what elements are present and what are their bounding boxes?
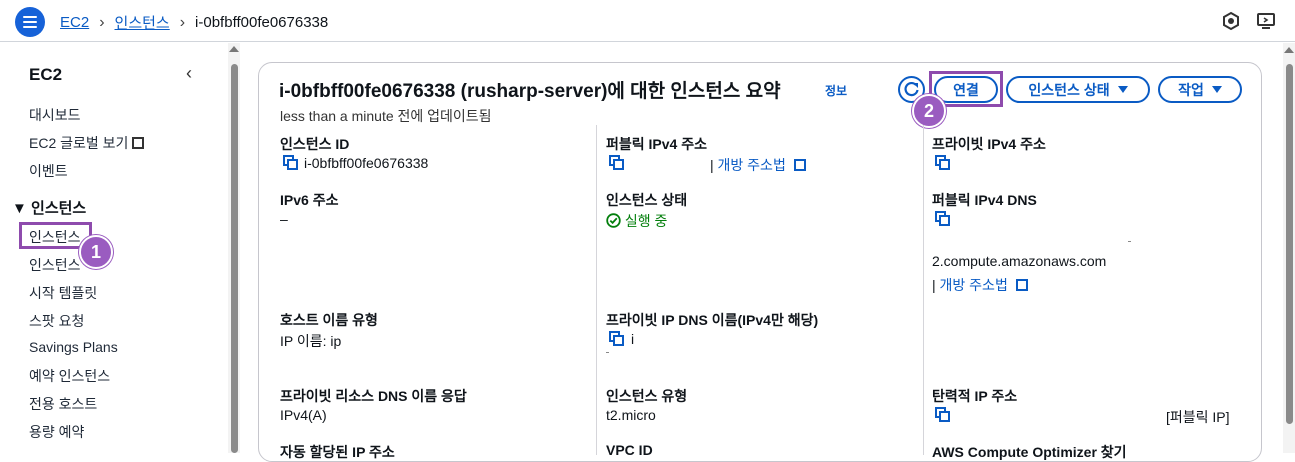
breadcrumb-current: i-0bfbff00fe0676338 — [195, 14, 329, 31]
external-link-icon — [132, 137, 145, 149]
sidebar-item-dedicated-hosts[interactable]: 전용 호스트 — [29, 394, 97, 414]
instance-state-label: 인스턴스 상태 — [1028, 81, 1110, 98]
copy-icon[interactable] — [609, 155, 624, 170]
actions-label: 작업 — [1178, 81, 1204, 98]
chevron-right-icon: › — [99, 13, 105, 31]
sidebar-item-capacity-reservations[interactable]: 용량 예약 — [29, 422, 84, 442]
sidebar-item-instance-types[interactable]: 인스턴스 — [29, 255, 81, 275]
auto-ip-label: 자동 할당된 IP 주소 — [280, 444, 395, 460]
hostname-type-label: 호스트 이름 유형 — [280, 312, 378, 328]
private-resource-dns-value: IPv4(A) — [280, 407, 327, 423]
copy-icon[interactable] — [935, 155, 950, 170]
notifications-icon[interactable] — [1221, 11, 1241, 31]
instance-state-value: 실행 중 — [606, 211, 667, 231]
copy-icon[interactable] — [935, 407, 950, 422]
sidebar-item-launch-templates[interactable]: 시작 템플릿 — [29, 283, 97, 303]
elastic-ip-value: [퍼블릭 IP] — [1166, 409, 1230, 425]
public-ipv4-label: 퍼블릭 IPv4 주소 — [606, 136, 707, 152]
instance-type-label: 인스턴스 유형 — [606, 388, 688, 404]
top-bar: EC2 › 인스턴스 › i-0bfbff00fe0676338 — [0, 0, 1295, 42]
chevron-left-icon[interactable]: ‹ — [186, 63, 192, 84]
instance-state-button[interactable]: 인스턴스 상태 — [1006, 76, 1150, 103]
last-updated-text: less than a minute 전에 업데이트됨 — [280, 108, 492, 124]
ipv6-value: – — [280, 211, 288, 227]
sidebar-item-reserved-instances[interactable]: 예약 인스턴스 — [29, 366, 110, 386]
private-dns-label: 프라이빗 IP DNS 이름(IPv4만 해당) — [606, 312, 819, 328]
scroll-up-icon[interactable] — [229, 46, 239, 52]
check-circle-icon — [606, 213, 621, 228]
instance-state-text: 실행 중 — [624, 213, 668, 229]
feedback-icon[interactable] — [1256, 11, 1276, 31]
breadcrumb-instances[interactable]: 인스턴스 — [115, 12, 170, 33]
private-ipv4-label: 프라이빗 IPv4 주소 — [932, 136, 1046, 152]
menu-icon[interactable] — [15, 7, 45, 37]
compute-optimizer-label: AWS Compute Optimizer 찾기 — [932, 444, 1127, 460]
step-badge-2: 2 — [912, 94, 946, 128]
breadcrumb-ec2[interactable]: EC2 — [60, 14, 89, 31]
open-address-link[interactable]: 개방 주소법 — [940, 277, 1008, 293]
instance-type-value: t2.micro — [606, 407, 656, 423]
chevron-right-icon: › — [179, 13, 186, 31]
public-dns-open-link[interactable]: | 개방 주소법 — [932, 275, 1028, 295]
main-scrollbar-thumb[interactable] — [1286, 64, 1293, 424]
sidebar-item-spot-requests[interactable]: 스팟 요청 — [29, 311, 84, 331]
column-divider — [923, 125, 924, 455]
instance-id-label: 인스턴스 ID — [280, 136, 350, 152]
instance-id-value: i-0bfbff00fe0676338 — [304, 155, 429, 171]
step-badge-1: 1 — [79, 235, 113, 269]
external-link-icon — [1015, 279, 1028, 291]
hostname-type-value: IP 이름: ip — [280, 333, 342, 349]
breadcrumb: EC2 › 인스턴스 › i-0bfbff00fe0676338 — [60, 12, 328, 33]
redacted-mark — [606, 352, 609, 353]
actions-button[interactable]: 작업 — [1158, 76, 1242, 103]
external-link-icon — [793, 159, 806, 171]
sidebar-item-dashboard[interactable]: 대시보드 — [29, 105, 81, 125]
column-divider — [596, 125, 597, 455]
private-resource-dns-label: 프라이빗 리소스 DNS 이름 응답 — [280, 388, 467, 404]
info-link[interactable]: 정보 — [825, 82, 847, 99]
caret-down-icon — [1211, 86, 1222, 93]
sidebar-section-instances[interactable]: ▼ 인스턴스 — [12, 197, 86, 218]
sidebar-title: EC2 — [29, 65, 63, 84]
copy-icon[interactable] — [935, 211, 950, 226]
private-dns-value: i — [631, 331, 635, 347]
copy-icon[interactable] — [609, 331, 624, 346]
open-address-link[interactable]: 개방 주소법 — [718, 157, 786, 173]
elastic-ip-label: 탄력적 IP 주소 — [932, 388, 1018, 404]
copy-icon[interactable] — [283, 155, 298, 170]
public-dns-value: 2.compute.amazonaws.com — [932, 253, 1107, 269]
caret-down-icon — [1117, 86, 1128, 93]
sidebar-scrollbar-thumb[interactable] — [231, 64, 238, 453]
page-title: i-0bfbff00fe0676338 (rusharp-server)에 대한… — [279, 81, 781, 102]
sidebar-item-global-view[interactable]: EC2 글로벌 보기 — [29, 133, 145, 153]
sidebar-item-label: EC2 글로벌 보기 — [29, 135, 129, 151]
vpc-id-label: VPC ID — [606, 442, 653, 458]
scroll-up-icon[interactable] — [1284, 47, 1294, 53]
sidebar-item-events[interactable]: 이벤트 — [29, 161, 68, 181]
public-dns-label: 퍼블릭 IPv4 DNS — [932, 192, 1037, 208]
instance-state-field-label: 인스턴스 상태 — [606, 192, 688, 208]
redacted-mark — [1128, 241, 1131, 242]
sidebar-item-savings-plans[interactable]: Savings Plans — [29, 339, 118, 355]
public-ipv4-open-link[interactable]: | 개방 주소법 — [710, 155, 806, 175]
ipv6-label: IPv6 주소 — [280, 192, 339, 208]
